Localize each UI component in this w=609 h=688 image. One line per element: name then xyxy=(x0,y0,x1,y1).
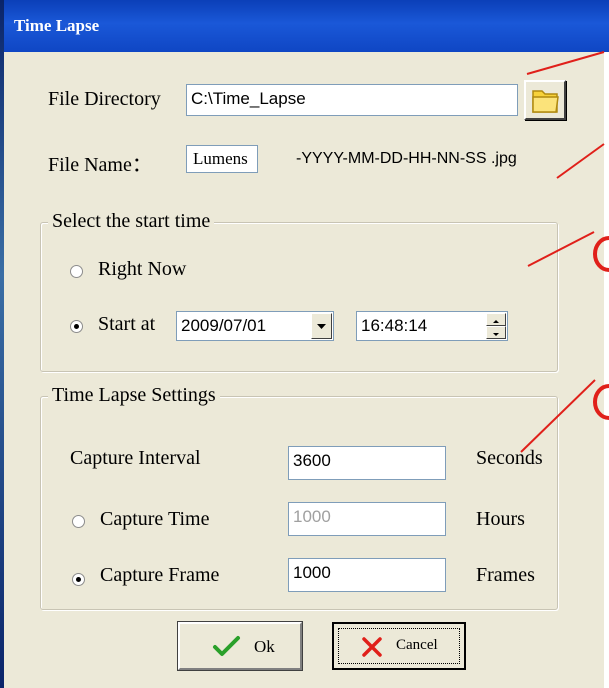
x-icon xyxy=(362,637,382,657)
start-at-radio[interactable] xyxy=(70,320,83,333)
file-name-label: File Name： xyxy=(48,154,152,176)
start-date-value: 2009/07/01 xyxy=(181,316,267,335)
capture-time-input[interactable]: 1000 xyxy=(288,502,446,536)
right-now-label[interactable]: Right Now xyxy=(98,258,186,281)
capture-interval-input[interactable]: 3600 xyxy=(288,446,446,480)
start-time-value: 16:48:14 xyxy=(361,316,428,335)
date-dropdown-button[interactable] xyxy=(311,313,332,339)
file-name-input[interactable]: Lumens xyxy=(186,145,258,173)
capture-frame-label[interactable]: Capture Frame xyxy=(100,564,219,587)
dropdown-arrow-icon xyxy=(317,324,326,329)
file-directory-input[interactable]: C:\Time_Lapse xyxy=(186,84,518,116)
check-icon xyxy=(213,636,240,656)
capture-frame-radio[interactable] xyxy=(72,573,85,586)
start-at-label[interactable]: Start at xyxy=(98,313,155,336)
ok-label: Ok xyxy=(254,637,275,656)
start-time-group xyxy=(40,222,558,372)
annotation-lines xyxy=(520,51,609,453)
ok-button[interactable]: Ok xyxy=(177,621,303,671)
capture-time-radio[interactable] xyxy=(72,515,85,528)
right-now-radio[interactable] xyxy=(70,265,83,278)
time-lapse-dialog: Time Lapse File Directory C:\Time_Lapse … xyxy=(4,0,609,688)
capture-frame-input[interactable]: 1000 xyxy=(288,558,446,592)
start-time-legend: Select the start time xyxy=(48,210,215,233)
capture-interval-label: Capture Interval xyxy=(70,447,201,469)
settings-legend: Time Lapse Settings xyxy=(48,384,220,407)
file-directory-label: File Directory xyxy=(48,88,161,110)
cancel-button[interactable]: Cancel xyxy=(332,622,466,670)
capture-time-label[interactable]: Capture Time xyxy=(100,508,209,531)
file-name-suffix: -YYYY-MM-DD-HH-NN-SS .jpg xyxy=(296,150,517,167)
cancel-label: Cancel xyxy=(396,637,438,653)
window-title: Time Lapse xyxy=(14,16,100,35)
